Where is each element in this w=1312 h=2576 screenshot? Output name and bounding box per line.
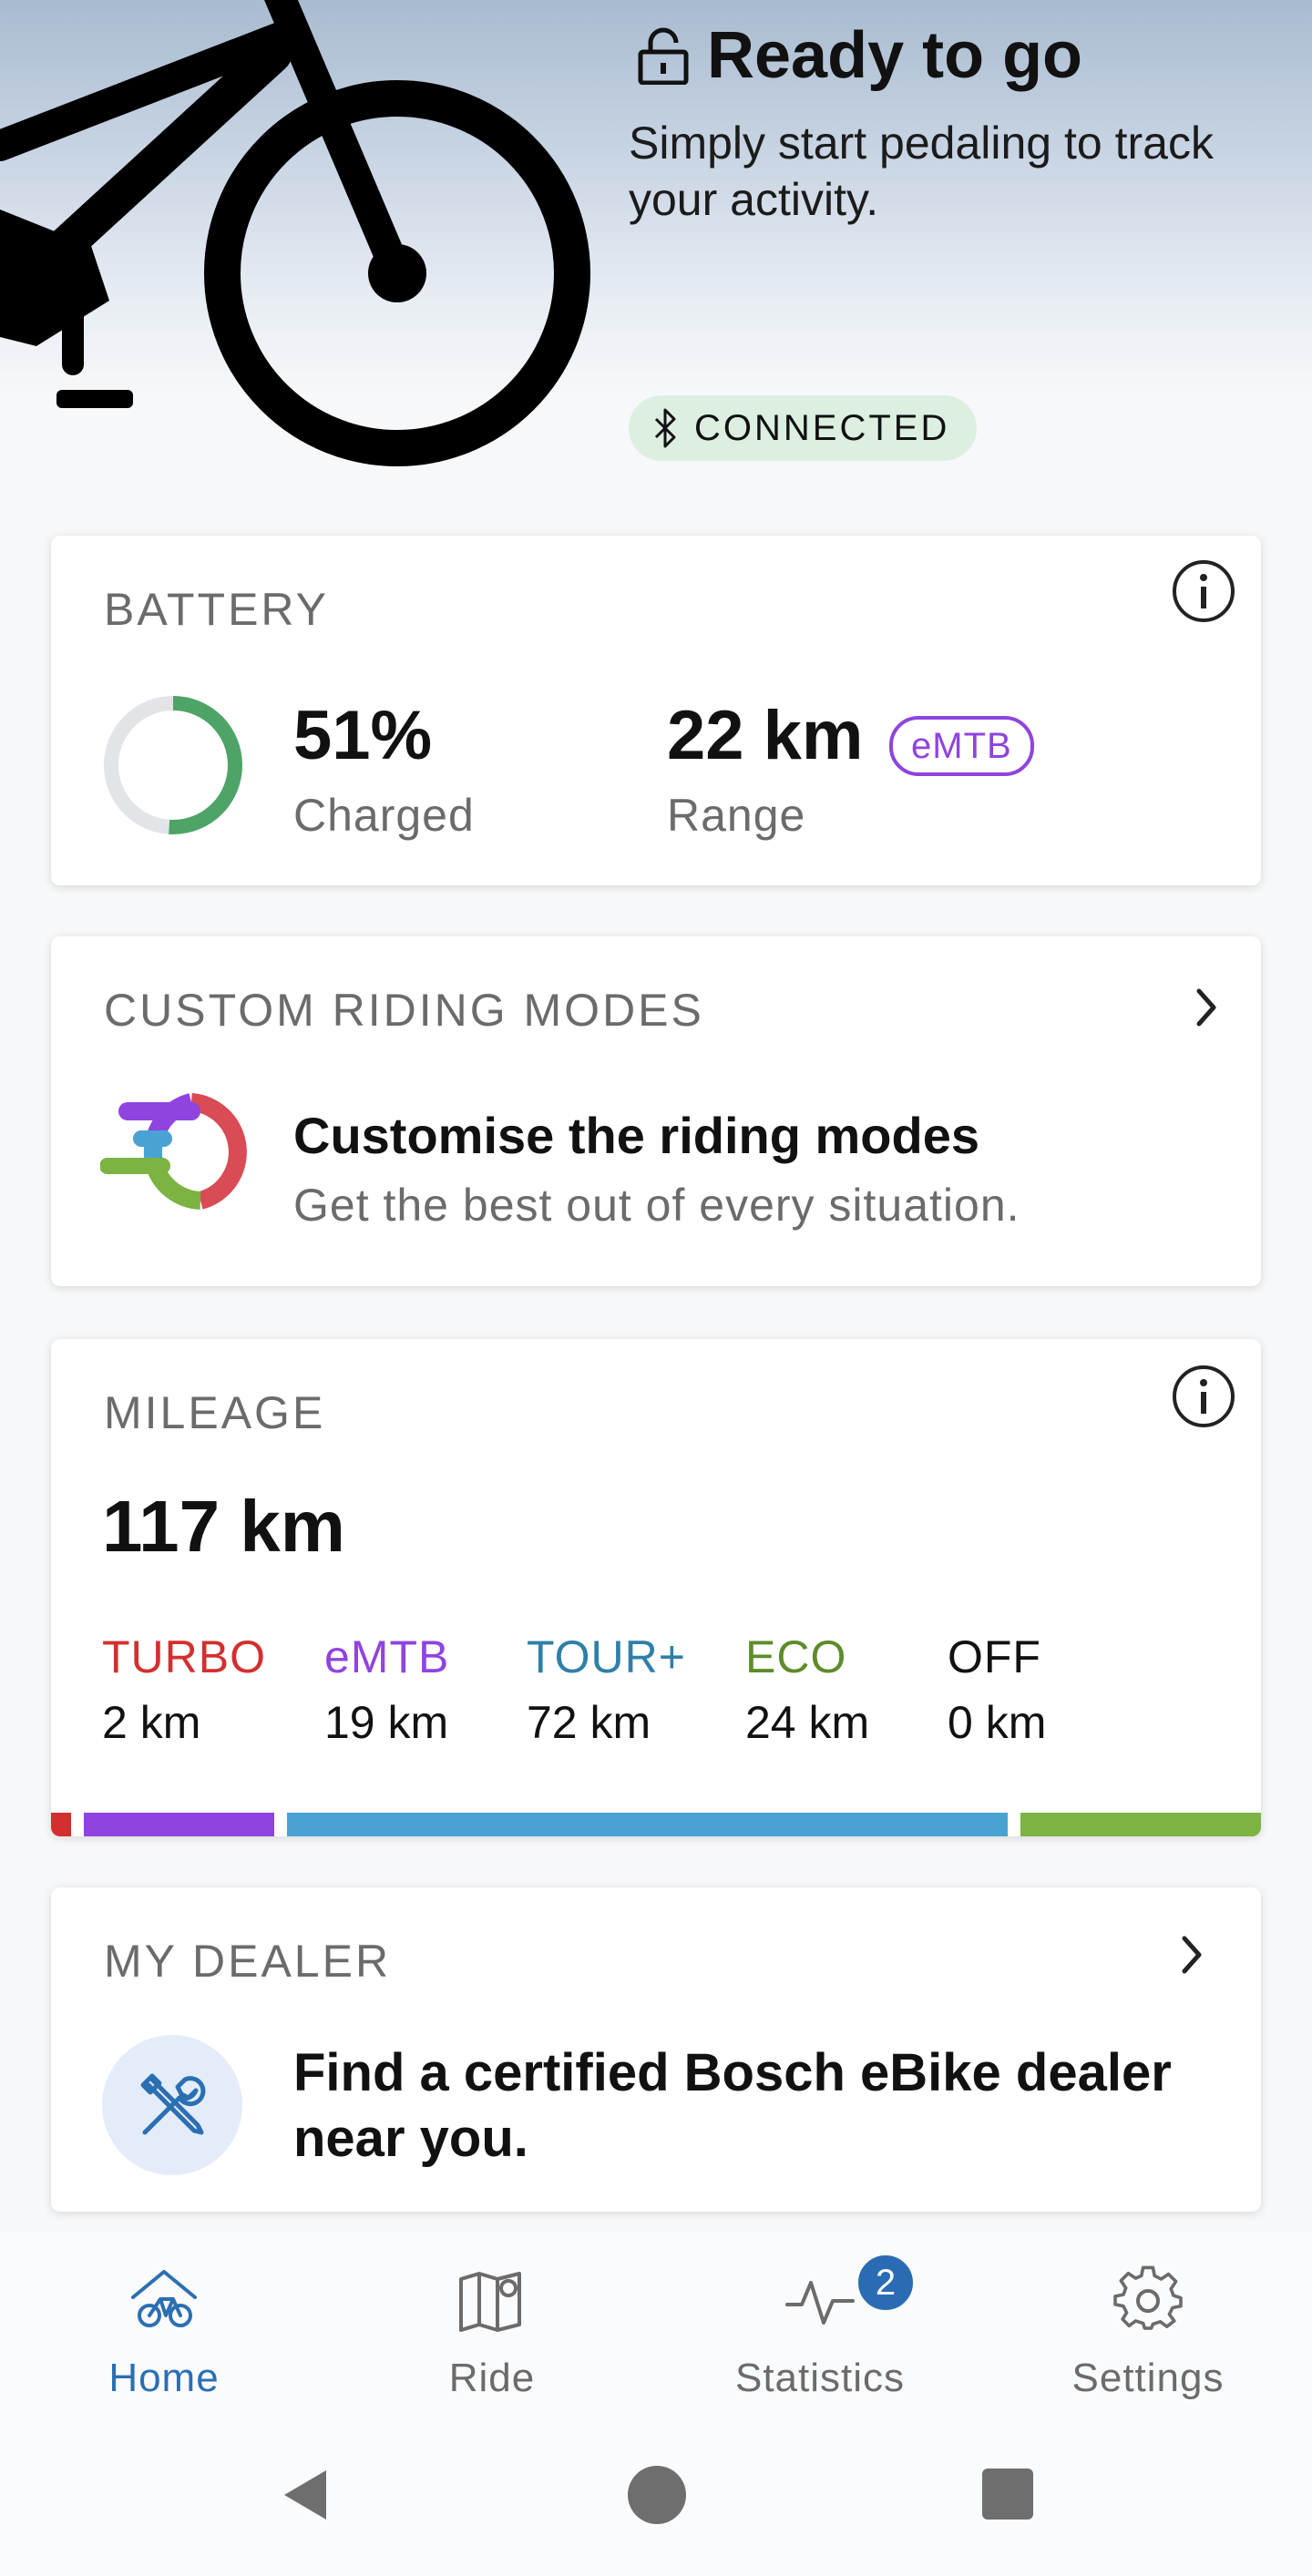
mileage-bar-segment bbox=[51, 1813, 71, 1836]
mileage-bar-segment bbox=[286, 1813, 1009, 1836]
chevron-right-icon[interactable] bbox=[1194, 987, 1219, 1027]
battery-title: BATTERY bbox=[104, 584, 329, 635]
nav-settings[interactable]: Settings bbox=[984, 2232, 1312, 2427]
status-title: Ready to go bbox=[638, 18, 1082, 93]
my-dealer-card[interactable]: MY DEALER Find a certified Bosch eBike d… bbox=[51, 1887, 1261, 2212]
connection-status-badge: CONNECTED bbox=[629, 395, 978, 461]
riding-modes-subtitle: Get the best out of every situation. bbox=[293, 1180, 1020, 1231]
mileage-title: MILEAGE bbox=[104, 1387, 326, 1438]
chevron-right-icon[interactable] bbox=[1179, 1935, 1204, 1975]
dealer-title: MY DEALER bbox=[104, 1936, 392, 1987]
mileage-total: 117 km bbox=[102, 1486, 345, 1567]
mileage-mode-tour-plus: TOUR+ 72 km bbox=[527, 1630, 686, 1749]
recents-icon[interactable] bbox=[977, 2463, 1040, 2527]
mode-name: TOUR+ bbox=[527, 1631, 686, 1682]
activity-icon bbox=[785, 2281, 855, 2325]
mode-name: eMTB bbox=[324, 1631, 450, 1682]
nav-label: Statistics bbox=[734, 2356, 906, 2400]
custom-riding-modes-card[interactable]: CUSTOM RIDING MODES Customise the riding… bbox=[51, 936, 1261, 1286]
info-icon[interactable] bbox=[1172, 1365, 1235, 1428]
bottom-navigation: Home Ride 2 Statistics Settings bbox=[0, 2232, 1312, 2427]
dealer-text: Find a certified Bosch eBike dealer near… bbox=[293, 2043, 1172, 2168]
tools-icon bbox=[140, 2073, 206, 2135]
notification-badge: 2 bbox=[855, 2252, 917, 2314]
mileage-mode-turbo: TURBO 2 km bbox=[102, 1630, 266, 1749]
unlocked-icon bbox=[638, 27, 689, 85]
mode-distance: 19 km bbox=[324, 1697, 449, 1748]
battery-charge-label: Charged bbox=[293, 790, 475, 841]
range-label: Range bbox=[667, 790, 806, 841]
nav-statistics[interactable]: 2 Statistics bbox=[656, 2232, 984, 2427]
mode-name: OFF bbox=[948, 1631, 1041, 1682]
range-mode-badge: eMTB bbox=[889, 716, 1034, 776]
riding-modes-title: CUSTOM RIDING MODES bbox=[104, 985, 704, 1036]
mode-distance: 72 km bbox=[527, 1697, 651, 1748]
nav-ride[interactable]: Ride bbox=[328, 2232, 656, 2427]
battery-charge-value: 51% bbox=[293, 697, 433, 774]
mileage-card: MILEAGE 117 km TURBO 2 km eMTB 19 km TOU… bbox=[51, 1339, 1261, 1836]
nav-home[interactable]: Home bbox=[0, 2232, 328, 2427]
nav-label: Settings bbox=[1071, 2356, 1225, 2400]
gear-icon bbox=[1113, 2265, 1183, 2330]
mode-distance: 0 km bbox=[948, 1697, 1047, 1748]
hero-header: Ready to go Simply start pedaling to tra… bbox=[0, 0, 1312, 510]
map-icon bbox=[459, 2272, 521, 2332]
bluetooth-icon bbox=[654, 408, 676, 448]
mileage-mode-eco: ECO 24 km bbox=[745, 1630, 869, 1749]
dealer-icon-badge bbox=[102, 2035, 242, 2175]
mode-distance: 24 km bbox=[745, 1697, 870, 1748]
mode-name: ECO bbox=[745, 1631, 847, 1682]
mode-distance: 2 km bbox=[102, 1697, 201, 1748]
riding-modes-icon bbox=[100, 1093, 247, 1210]
range-value: 22 km bbox=[667, 697, 864, 774]
status-title-text: Ready to go bbox=[707, 19, 1083, 92]
mileage-mode-off: OFF 0 km bbox=[948, 1630, 1046, 1749]
home-circle-icon[interactable] bbox=[625, 2463, 689, 2527]
connection-label: CONNECTED bbox=[694, 407, 950, 448]
back-icon[interactable] bbox=[273, 2463, 337, 2527]
mileage-bar-segment bbox=[1020, 1813, 1261, 1836]
battery-ring bbox=[104, 696, 242, 834]
ebike-illustration bbox=[0, 0, 590, 466]
home-ebike-icon bbox=[131, 2270, 197, 2327]
info-icon[interactable] bbox=[1172, 559, 1235, 623]
nav-label: Home bbox=[108, 2356, 220, 2400]
nav-label: Ride bbox=[448, 2356, 536, 2400]
riding-modes-heading: Customise the riding modes bbox=[293, 1107, 979, 1164]
mileage-bar-segment bbox=[83, 1813, 274, 1836]
status-subtitle: Simply start pedaling to track your acti… bbox=[629, 118, 1214, 225]
battery-card: BATTERY 51% Charged 22 km eMTB Range bbox=[51, 536, 1261, 885]
system-navigation-bar bbox=[0, 2427, 1312, 2576]
mileage-mode-emtb: eMTB 19 km bbox=[324, 1630, 449, 1749]
mode-name: TURBO bbox=[102, 1631, 266, 1682]
